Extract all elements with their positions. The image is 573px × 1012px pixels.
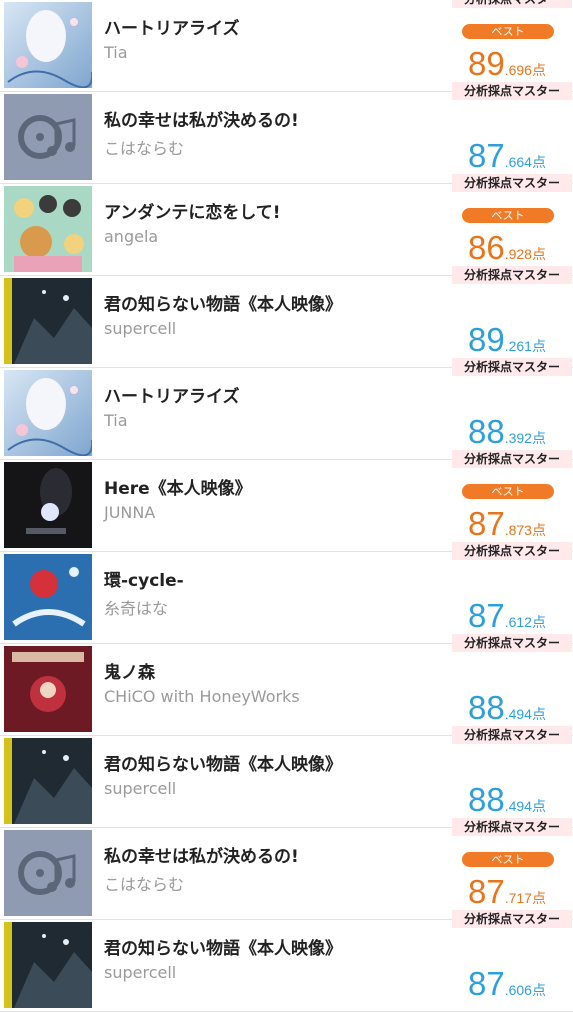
score-integer: 87: [468, 965, 505, 1002]
best-badge: ベスト: [462, 208, 554, 223]
song-score-row[interactable]: 鬼ノ森 CHiCO with HoneyWorks 分析採点マスター 88.49…: [0, 634, 573, 736]
artist-name: こはならむ: [104, 139, 185, 158]
score-integer: 87: [468, 597, 505, 634]
song-score-row[interactable]: 君の知らない物語《本人映像》 supercell 分析採点マスター 89.261…: [0, 266, 573, 368]
analysis-master-tag: 分析採点マスター: [452, 266, 572, 284]
song-score-row[interactable]: 私の幸せは私が決めるの! こはならむ 分析採点マスター 87.664点: [0, 82, 573, 184]
album-art: [4, 2, 92, 88]
score-value: 87.664点: [468, 136, 546, 176]
album-art: [4, 554, 92, 640]
song-title: 私の幸せは私が決めるの!: [104, 847, 299, 867]
score-integer: 88: [468, 781, 505, 818]
analysis-master-tag: 分析採点マスター: [452, 358, 572, 376]
score-value: 86.928点: [468, 228, 546, 268]
analysis-master-tag: 分析採点マスター: [452, 0, 572, 8]
score-integer: 87: [468, 505, 505, 542]
artist-name: angela: [104, 227, 159, 246]
song-score-row[interactable]: ハートリアライズ Tia 分析採点マスター 88.392点: [0, 358, 573, 460]
artist-name: Tia: [104, 43, 128, 62]
song-title: 環-cycle-: [104, 571, 184, 591]
song-title: ハートリアライズ: [104, 387, 240, 407]
album-art: [4, 738, 92, 824]
score-value: 89.696点: [468, 44, 546, 84]
song-title: 鬼ノ森: [104, 663, 155, 683]
score-decimal: .494点: [504, 798, 546, 814]
analysis-master-tag: 分析採点マスター: [452, 910, 572, 928]
score-decimal: .873点: [504, 522, 546, 538]
best-badge: ベスト: [462, 24, 554, 39]
song-score-row[interactable]: 君の知らない物語《本人映像》 supercell 分析採点マスター 88.494…: [0, 726, 573, 828]
analysis-master-tag: 分析採点マスター: [452, 542, 572, 560]
score-value: 87.606点: [468, 964, 546, 1004]
artist-name: supercell: [104, 963, 177, 982]
best-badge: ベスト: [462, 852, 554, 867]
song-score-row[interactable]: 君の知らない物語《本人映像》 supercell 分析採点マスター 87.606…: [0, 910, 573, 1012]
artist-name: supercell: [104, 779, 177, 798]
song-score-row[interactable]: 環-cycle- 糸奇はな 分析採点マスター 87.612点: [0, 542, 573, 644]
analysis-master-tag: 分析採点マスター: [452, 450, 572, 468]
score-decimal: .664点: [504, 154, 546, 170]
song-score-row[interactable]: Here《本人映像》 JUNNA 分析採点マスター ベスト 87.873点: [0, 450, 573, 552]
song-title: 君の知らない物語《本人映像》: [104, 755, 342, 775]
score-value: 87.717点: [468, 872, 546, 912]
analysis-master-tag: 分析採点マスター: [452, 82, 572, 100]
score-value: 87.612点: [468, 596, 546, 636]
analysis-master-tag: 分析採点マスター: [452, 726, 572, 744]
score-integer: 87: [468, 137, 505, 174]
song-title: アンダンテに恋をして!: [104, 203, 281, 223]
music-disc-icon: [4, 94, 92, 180]
song-score-row[interactable]: ハートリアライズ Tia 分析採点マスター ベスト 89.696点: [0, 0, 573, 92]
score-integer: 88: [468, 689, 505, 726]
artist-name: 糸奇はな: [104, 599, 169, 618]
song-title: 君の知らない物語《本人映像》: [104, 295, 342, 315]
score-decimal: .261点: [504, 338, 546, 354]
score-integer: 87: [468, 873, 505, 910]
score-decimal: .717点: [504, 890, 546, 906]
music-disc-icon: [4, 830, 92, 916]
score-value: 88.494点: [468, 780, 546, 820]
album-art: [4, 186, 92, 272]
song-score-row[interactable]: 私の幸せは私が決めるの! こはならむ 分析採点マスター ベスト 87.717点: [0, 818, 573, 920]
score-decimal: .392点: [504, 430, 546, 446]
album-art: [4, 646, 92, 732]
score-decimal: .696点: [504, 62, 546, 78]
score-value: 87.873点: [468, 504, 546, 544]
album-art: [4, 94, 92, 180]
artist-name: Tia: [104, 411, 128, 430]
album-art: [4, 830, 92, 916]
score-value: 88.392点: [468, 412, 546, 452]
artist-name: supercell: [104, 319, 177, 338]
analysis-master-tag: 分析採点マスター: [452, 174, 572, 192]
score-integer: 89: [468, 321, 505, 358]
artist-name: CHiCO with HoneyWorks: [104, 687, 300, 706]
score-decimal: .606点: [504, 982, 546, 998]
best-badge: ベスト: [462, 484, 554, 499]
score-decimal: .612点: [504, 614, 546, 630]
score-history-list: ハートリアライズ Tia 分析採点マスター ベスト 89.696点 私の幸せは私…: [0, 0, 573, 1012]
score-integer: 86: [468, 229, 505, 266]
score-integer: 89: [468, 45, 505, 82]
score-decimal: .494点: [504, 706, 546, 722]
score-value: 88.494点: [468, 688, 546, 728]
analysis-master-tag: 分析採点マスター: [452, 634, 572, 652]
album-art: [4, 370, 92, 456]
song-title: 私の幸せは私が決めるの!: [104, 111, 299, 131]
album-art: [4, 278, 92, 364]
analysis-master-tag: 分析採点マスター: [452, 818, 572, 836]
song-title: 君の知らない物語《本人映像》: [104, 939, 342, 959]
score-integer: 88: [468, 413, 505, 450]
album-art: [4, 922, 92, 1008]
song-title: Here《本人映像》: [104, 479, 252, 499]
score-value: 89.261点: [468, 320, 546, 360]
score-decimal: .928点: [504, 246, 546, 262]
song-title: ハートリアライズ: [104, 19, 240, 39]
album-art: [4, 462, 92, 548]
artist-name: JUNNA: [104, 503, 156, 522]
song-score-row[interactable]: アンダンテに恋をして! angela 分析採点マスター ベスト 86.928点: [0, 174, 573, 276]
artist-name: こはならむ: [104, 875, 185, 894]
